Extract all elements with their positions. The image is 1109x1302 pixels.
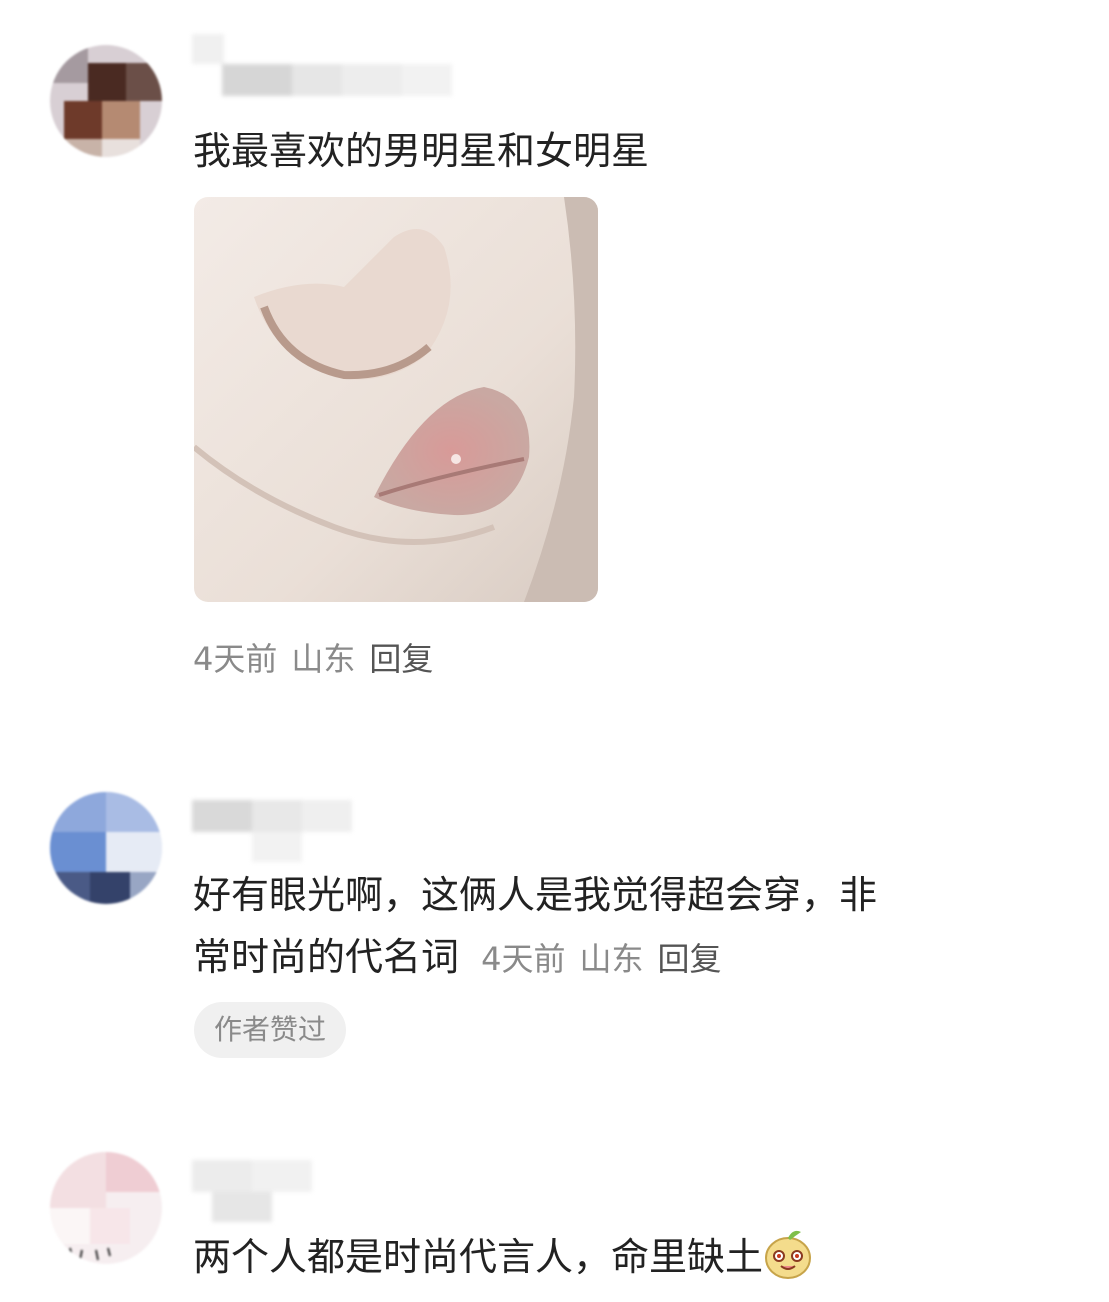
- comment-text: 两个人都是时尚代言人，命里缺土: [193, 1226, 813, 1288]
- avatar[interactable]: [50, 792, 162, 904]
- comment-text-line: 好有眼光啊，这俩人是我觉得超会穿，非: [193, 873, 878, 917]
- avatar[interactable]: [50, 1152, 162, 1264]
- reply-button[interactable]: 回复: [658, 940, 722, 978]
- comment-text: 好有眼光啊，这俩人是我觉得超会穿，非 常时尚的代名词 4天前 山东 回复: [193, 864, 877, 990]
- author-liked-badge: 作者赞过: [194, 1002, 347, 1058]
- comment-text-line: 常时尚的代名词 4天前 山东 回复: [193, 926, 877, 990]
- comment-meta: 4天前 山东 回复: [481, 940, 721, 978]
- timestamp: 4天前: [193, 640, 278, 678]
- avatar[interactable]: [50, 45, 162, 157]
- username[interactable]: [192, 34, 452, 96]
- location: 山东: [579, 940, 644, 978]
- comment-text-tail: 常时尚的代名词: [193, 935, 460, 979]
- reply-button[interactable]: 回复: [369, 640, 433, 678]
- comment-2: 好有眼光啊，这俩人是我觉得超会穿，非 常时尚的代名词 4天前 山东 回复: [0, 760, 1109, 1100]
- comment-meta: 4天前 山东 回复: [193, 628, 433, 690]
- comment-1: 我最喜欢的男明星和女明星 4天前 山东 回复: [0, 0, 1109, 720]
- username[interactable]: [192, 1160, 312, 1222]
- smiling-bean-emoji-icon: [763, 1226, 813, 1280]
- location: 山东: [291, 640, 356, 678]
- timestamp: 4天前: [481, 940, 566, 978]
- comment-text-body: 两个人都是时尚代言人，命里缺土: [193, 1235, 764, 1279]
- comment-text: 我最喜欢的男明星和女明星: [193, 129, 650, 173]
- comment-photo[interactable]: [194, 197, 598, 602]
- username[interactable]: [192, 800, 352, 862]
- comment-3: 两个人都是时尚代言人，命里缺土: [0, 1140, 1109, 1302]
